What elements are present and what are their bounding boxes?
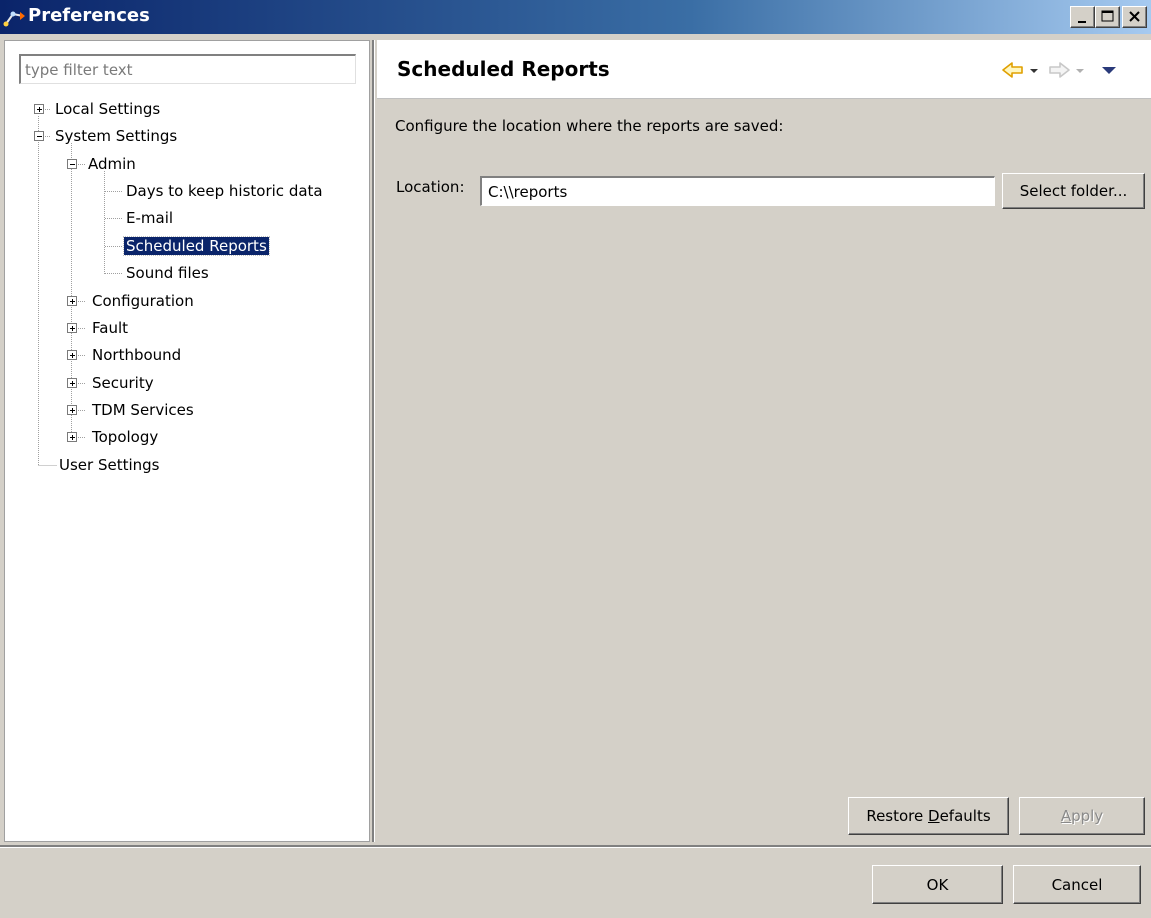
expand-configuration[interactable]: [67, 296, 77, 306]
page-header: Scheduled Reports: [377, 40, 1151, 99]
tree-item-label: E-mail: [126, 209, 174, 227]
apply-label-suffix: pply: [1071, 807, 1104, 825]
plus-icon: [70, 326, 75, 331]
page-navigation: [1001, 60, 1141, 80]
tree-item-days-to-keep[interactable]: Days to keep historic data: [126, 179, 323, 203]
back-arrow-icon[interactable]: [1001, 60, 1025, 80]
tree-item-topology[interactable]: Topology: [92, 425, 158, 449]
tree-item-label: Admin: [88, 155, 136, 173]
location-label: Location:: [396, 178, 465, 196]
expand-local-settings[interactable]: [34, 104, 44, 114]
expand-security[interactable]: [67, 378, 77, 388]
preferences-tree: Local Settings System Settings Admin Day…: [5, 41, 369, 841]
forward-dropdown-icon: [1076, 69, 1084, 73]
tree-item-label: User Settings: [59, 456, 160, 474]
pane-splitter[interactable]: [372, 40, 375, 842]
apply-button[interactable]: Apply: [1019, 797, 1145, 835]
tree-item-label: Days to keep historic data: [126, 182, 323, 200]
tree-item-label: Local Settings: [55, 100, 161, 118]
tree-item-system-settings[interactable]: System Settings: [55, 124, 177, 148]
close-icon: [1129, 11, 1140, 22]
restore-label-suffix: efaults: [939, 807, 991, 825]
tree-item-local-settings[interactable]: Local Settings: [55, 97, 160, 121]
plus-icon: [70, 299, 75, 304]
back-dropdown-icon[interactable]: [1029, 60, 1039, 80]
close-button[interactable]: [1122, 6, 1147, 28]
tree-item-user-settings[interactable]: User Settings: [59, 453, 159, 477]
view-menu-icon[interactable]: [1101, 60, 1117, 80]
cancel-button[interactable]: Cancel: [1013, 865, 1141, 904]
collapse-system-settings[interactable]: [34, 131, 44, 141]
tree-item-configuration[interactable]: Configuration: [92, 289, 194, 313]
title-bar: Preferences: [0, 0, 1151, 34]
tree-item-label: Security: [92, 374, 154, 392]
tree-item-scheduled-reports[interactable]: Scheduled Reports: [123, 234, 270, 258]
maximize-button[interactable]: [1095, 6, 1120, 28]
preferences-app-icon: [3, 11, 25, 27]
tree-item-fault[interactable]: Fault: [92, 316, 128, 340]
expand-topology[interactable]: [67, 432, 77, 442]
page-title: Scheduled Reports: [397, 57, 610, 81]
expand-northbound[interactable]: [67, 350, 77, 360]
plus-icon: [37, 107, 42, 112]
tree-item-label: Scheduled Reports: [123, 236, 270, 256]
restore-label-prefix: Restore: [866, 807, 929, 825]
select-folder-button[interactable]: Select folder...: [1002, 173, 1145, 209]
plus-icon: [70, 353, 75, 358]
tree-item-label: Northbound: [92, 346, 182, 364]
apply-mnemonic: A: [1060, 807, 1072, 825]
ok-label: OK: [926, 875, 949, 894]
minimize-icon: [1078, 21, 1086, 23]
expand-fault[interactable]: [67, 323, 77, 333]
restore-mnemonic: D: [928, 807, 940, 825]
tree-item-label: TDM Services: [92, 401, 194, 419]
ok-button[interactable]: OK: [872, 865, 1003, 904]
tree-item-label: Fault: [92, 319, 128, 337]
tree-item-label: Sound files: [126, 264, 209, 282]
expand-tdm-services[interactable]: [67, 405, 77, 415]
page-description: Configure the location where the reports…: [395, 117, 784, 135]
tree-item-label: System Settings: [55, 127, 178, 145]
select-folder-label: Select folder...: [1019, 182, 1128, 200]
footer-separator: [0, 845, 1151, 848]
plus-icon: [70, 381, 75, 386]
maximize-icon: [1101, 10, 1114, 22]
tree-item-label: Topology: [92, 428, 159, 446]
tree-item-label: Configuration: [92, 292, 194, 310]
forward-arrow-icon: [1049, 62, 1070, 78]
tree-item-email[interactable]: E-mail: [126, 206, 173, 230]
restore-defaults-button[interactable]: Restore Defaults: [848, 797, 1009, 835]
minimize-button[interactable]: [1070, 6, 1095, 28]
window-title: Preferences: [28, 5, 150, 26]
minus-icon: [70, 164, 75, 165]
tree-item-sound-files[interactable]: Sound files: [126, 261, 209, 285]
tree-item-security[interactable]: Security: [92, 371, 154, 395]
collapse-admin[interactable]: [67, 159, 77, 169]
preferences-tree-pane: Local Settings System Settings Admin Day…: [4, 40, 370, 842]
cancel-label: Cancel: [1051, 875, 1103, 894]
tree-item-tdm-services[interactable]: TDM Services: [92, 398, 194, 422]
plus-icon: [70, 435, 75, 440]
minus-icon: [37, 136, 42, 137]
plus-icon: [70, 408, 75, 413]
tree-item-admin[interactable]: Admin: [88, 152, 136, 176]
tree-item-northbound[interactable]: Northbound: [92, 343, 181, 367]
location-field[interactable]: [480, 176, 995, 206]
